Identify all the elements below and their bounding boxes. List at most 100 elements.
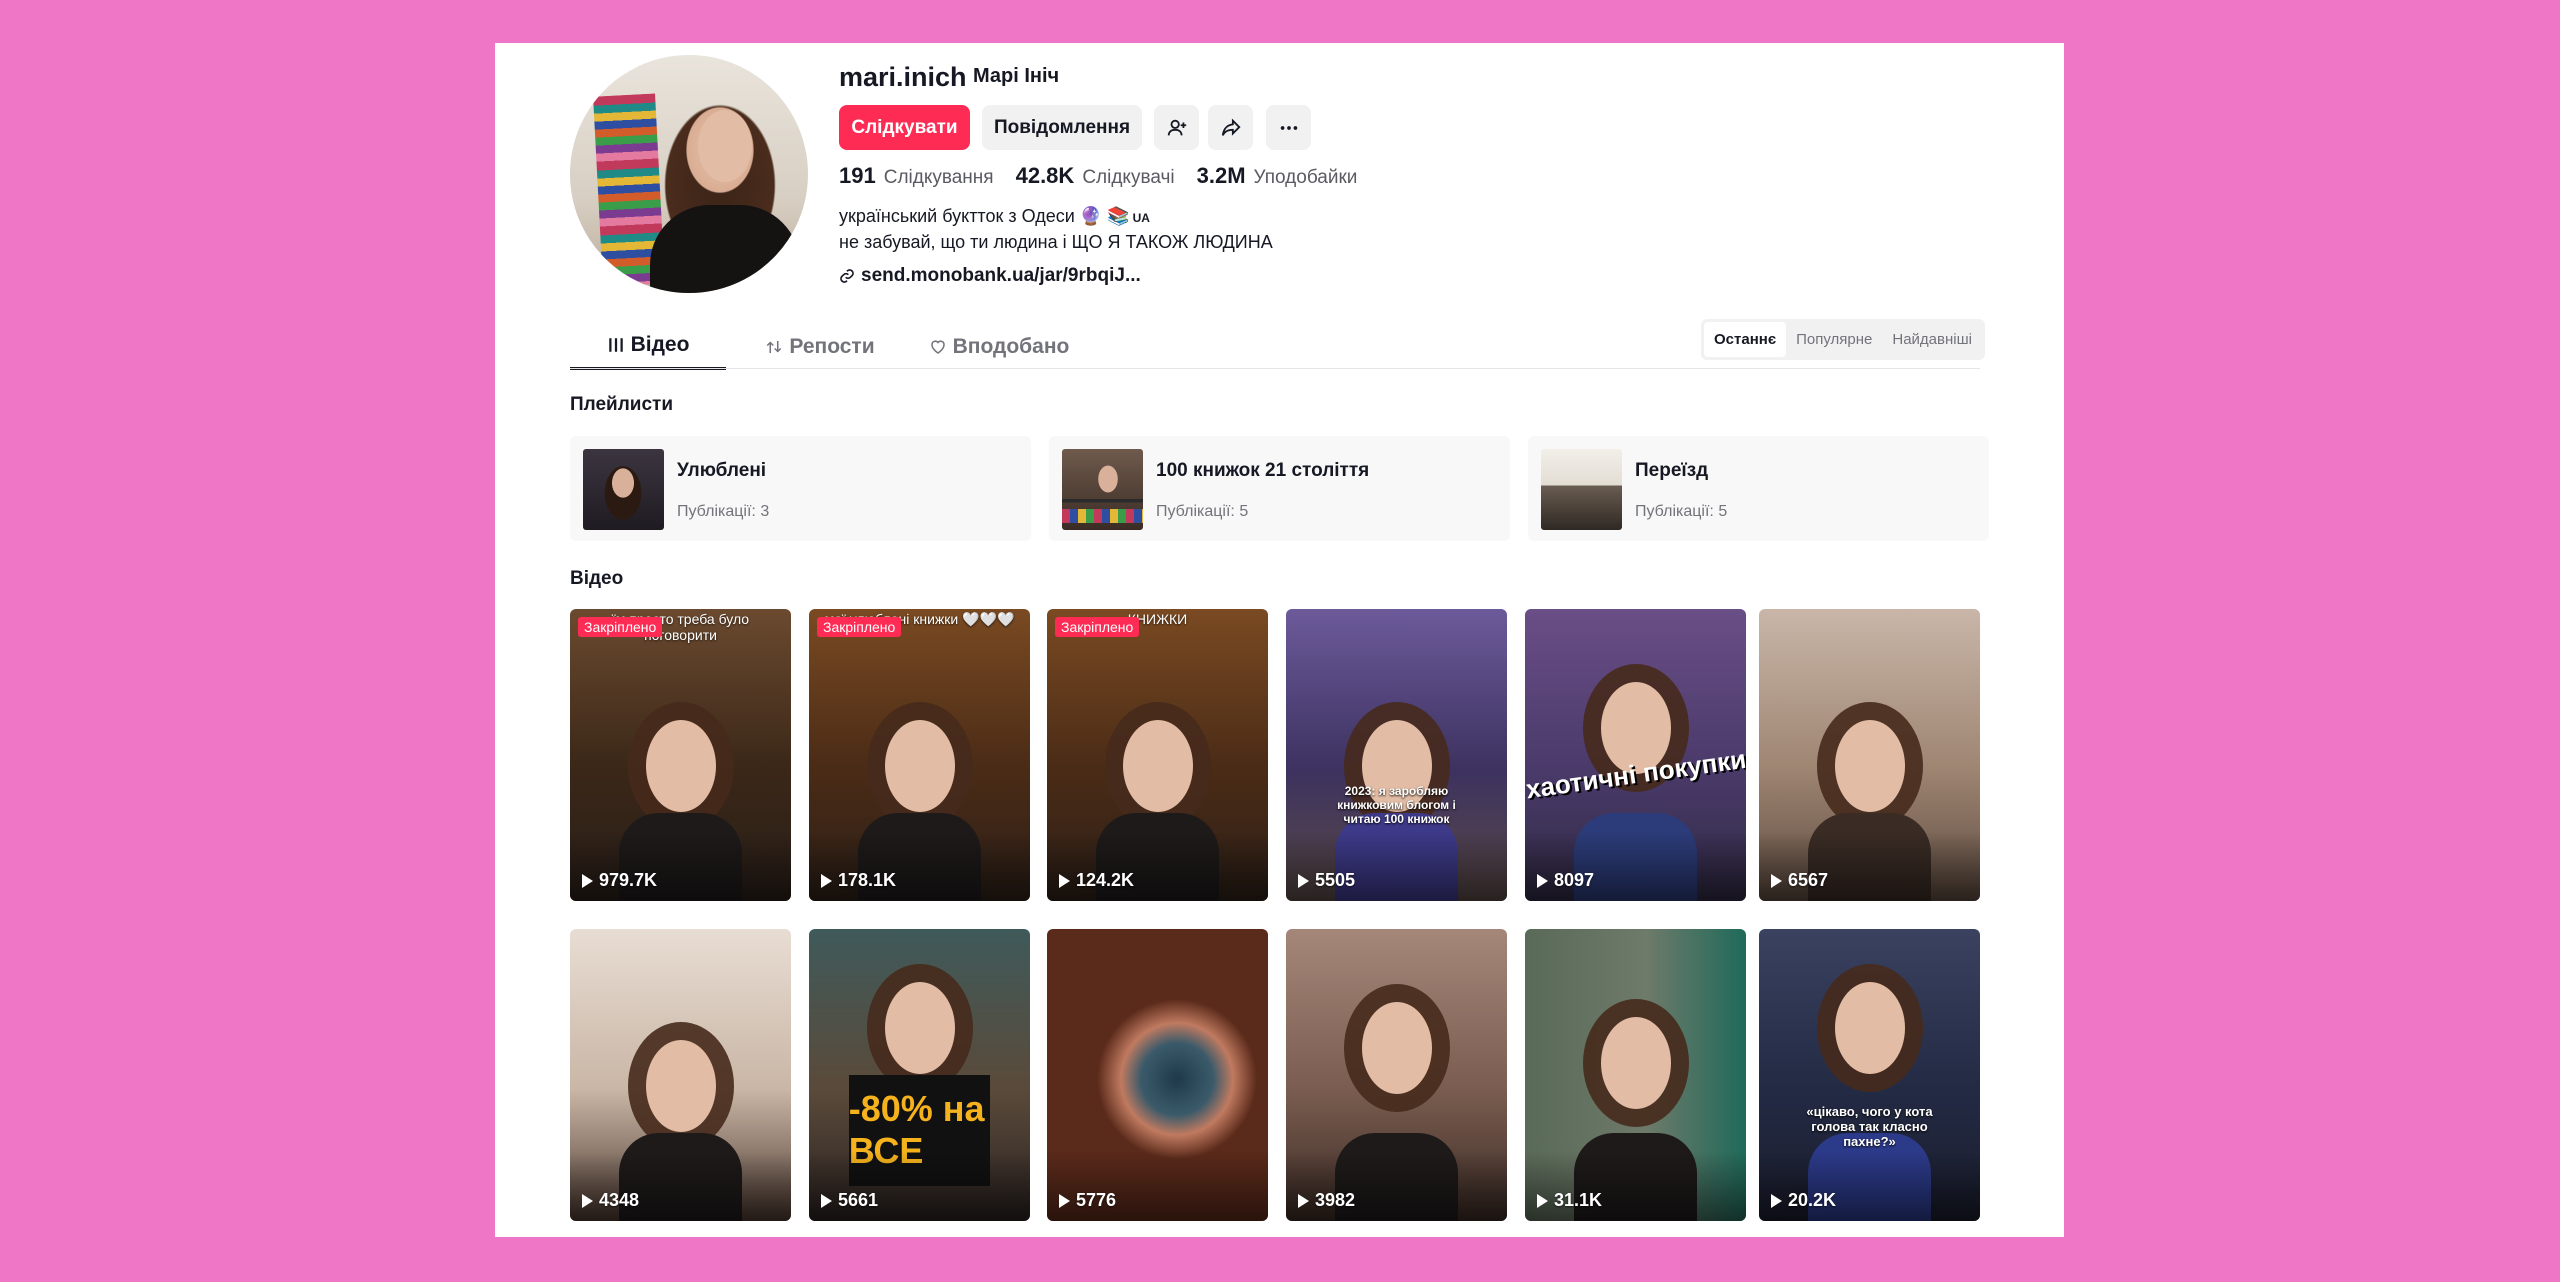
grid-icon: [608, 338, 623, 352]
play-icon: [1059, 873, 1070, 888]
video-card[interactable]: мої улюблені книжки 🤍🤍🤍 Закріплено 178.1…: [809, 609, 1030, 901]
playlist-count: Публікації: 3: [677, 503, 770, 520]
view-count-text: 178.1K: [838, 870, 897, 890]
video-card[interactable]: 4348: [570, 929, 791, 1221]
sort-toggle: Останнє Популярне Найдавніші: [1701, 319, 1985, 360]
video-person: [1834, 719, 1905, 812]
tab-reposts-label: Репости: [789, 334, 875, 358]
share-button[interactable]: [1208, 105, 1253, 150]
view-count: 5661: [821, 1190, 878, 1211]
video-caption: 2023: я заробляю книжковим блогом і чита…: [1337, 784, 1456, 826]
view-count: 31.1K: [1537, 1190, 1602, 1211]
view-count-text: 3982: [1315, 1190, 1356, 1210]
add-friend-button[interactable]: [1154, 105, 1199, 150]
bio-line-1-text: український буктток з Одеси 🔮 📚: [839, 206, 1130, 226]
playlist-card[interactable]: Улюблені Публікації: 3: [570, 436, 1031, 541]
video-card[interactable]: 3982: [1286, 929, 1507, 1221]
tab-videos-label: Відео: [630, 333, 690, 356]
playlist-card[interactable]: Переїзд Публікації: 5: [1528, 436, 1989, 541]
more-button[interactable]: [1266, 105, 1311, 150]
play-icon: [1298, 873, 1309, 888]
share-icon: [1221, 117, 1241, 136]
pinned-badge: Закріплено: [817, 617, 902, 637]
tab-reposts[interactable]: Репости: [726, 323, 914, 370]
view-count: 979.7K: [582, 870, 657, 891]
likes-label: Уподобайки: [1253, 167, 1358, 188]
view-count-text: 8097: [1554, 870, 1595, 890]
bio: український буктток з Одеси 🔮 📚 UA не заб…: [839, 204, 1273, 254]
view-count: 6567: [1771, 870, 1828, 891]
view-count-text: 20.2K: [1788, 1190, 1837, 1210]
view-count: 8097: [1537, 870, 1594, 891]
view-count: 124.2K: [1059, 870, 1134, 891]
profile-link[interactable]: send.monobank.ua/jar/9rbqiJ...: [839, 265, 1141, 287]
play-icon: [1771, 873, 1782, 888]
view-count-text: 5776: [1076, 1190, 1117, 1210]
profile-stats: 191 Слідкування 42.8K Слідкувачі 3.2M Уп…: [839, 163, 1379, 189]
view-count: 4348: [582, 1190, 639, 1211]
sort-oldest[interactable]: Найдавніші: [1882, 322, 1982, 357]
avatar-body: [650, 205, 800, 293]
play-icon: [821, 873, 832, 888]
play-icon: [582, 1193, 593, 1208]
message-button[interactable]: Повідомлення: [982, 105, 1142, 150]
bio-badge: UA: [1132, 211, 1150, 225]
video-card[interactable]: хаотичні покупки 8097: [1525, 609, 1746, 901]
bio-line-1: український буктток з Одеси 🔮 📚 UA: [839, 204, 1273, 230]
username: mari.inich: [839, 62, 967, 92]
view-count-text: 4348: [599, 1190, 640, 1210]
play-icon: [582, 873, 593, 888]
video-card[interactable]: 6567: [1759, 609, 1980, 901]
profile-page: mari.inich Марі Ініч Слідкувати Повідомл…: [495, 43, 2064, 1237]
video-card[interactable]: 31.1K: [1525, 929, 1746, 1221]
playlist-title: 100 книжок 21 століття: [1156, 460, 1370, 481]
video-person: [884, 981, 955, 1074]
play-icon: [1537, 1193, 1548, 1208]
video-card[interactable]: 2023: я заробляю книжковим блогом і чита…: [1286, 609, 1507, 901]
follow-button[interactable]: Слідкувати: [839, 105, 970, 150]
view-count-text: 5661: [838, 1190, 879, 1210]
repost-icon: [767, 340, 782, 353]
view-count: 178.1K: [821, 870, 896, 891]
playlist-thumbnail: [1541, 449, 1622, 530]
playlist-title: Переїзд: [1635, 460, 1709, 481]
playlists-title: Плейлисти: [570, 394, 674, 415]
videos-title: Відео: [570, 568, 624, 589]
playlist-thumbnail: [583, 449, 664, 530]
pinned-badge: Закріплено: [578, 617, 663, 637]
view-count-text: 124.2K: [1076, 870, 1135, 890]
video-person: [645, 1039, 716, 1132]
video-person: [1122, 719, 1193, 812]
bio-line-2: не забувай, що ти людина і ЩО Я ТАКОЖ ЛЮ…: [839, 232, 1273, 252]
sort-popular[interactable]: Популярне: [1786, 322, 1882, 357]
following-count[interactable]: 191: [839, 163, 876, 189]
tab-videos[interactable]: Відео: [570, 323, 726, 370]
video-person: [645, 719, 716, 812]
playlist-card[interactable]: 100 книжок 21 століття Публікації: 5: [1049, 436, 1510, 541]
view-count: 20.2K: [1771, 1190, 1836, 1211]
avatar[interactable]: [570, 55, 808, 293]
tab-liked[interactable]: Вподобано: [914, 323, 1084, 370]
profile-link-text[interactable]: send.monobank.ua/jar/9rbqiJ...: [861, 265, 1141, 287]
play-icon: [1298, 1193, 1309, 1208]
video-person: [884, 719, 955, 812]
avatar-face: [698, 110, 752, 182]
view-count-text: 31.1K: [1554, 1190, 1603, 1210]
view-count-text: 6567: [1788, 870, 1829, 890]
pinned-badge: Закріплено: [1055, 617, 1140, 637]
tab-liked-label: Вподобано: [952, 334, 1070, 358]
video-card[interactable]: їм просто треба було поговорити Закріпле…: [570, 609, 791, 901]
video-card[interactable]: 5776: [1047, 929, 1268, 1221]
view-count-text: 979.7K: [599, 870, 658, 890]
link-icon: [840, 269, 854, 283]
video-card[interactable]: -80% на ВСЕ 5661: [809, 929, 1030, 1221]
following-label[interactable]: Слідкування: [884, 167, 994, 189]
sort-latest[interactable]: Останнє: [1704, 322, 1787, 357]
tab-divider: [570, 368, 1980, 369]
nickname: Марі Ініч: [973, 65, 1060, 87]
video-card[interactable]: «цікаво, чого у кота голова так класно п…: [1759, 929, 1980, 1221]
followers-count[interactable]: 42.8K: [1016, 163, 1075, 189]
video-card[interactable]: КНИЖКИ Закріплено 124.2K: [1047, 609, 1268, 901]
playlists: Улюблені Публікації: 3 100 книжок 21 сто…: [570, 436, 1989, 541]
followers-label[interactable]: Слідкувачі: [1082, 167, 1174, 189]
